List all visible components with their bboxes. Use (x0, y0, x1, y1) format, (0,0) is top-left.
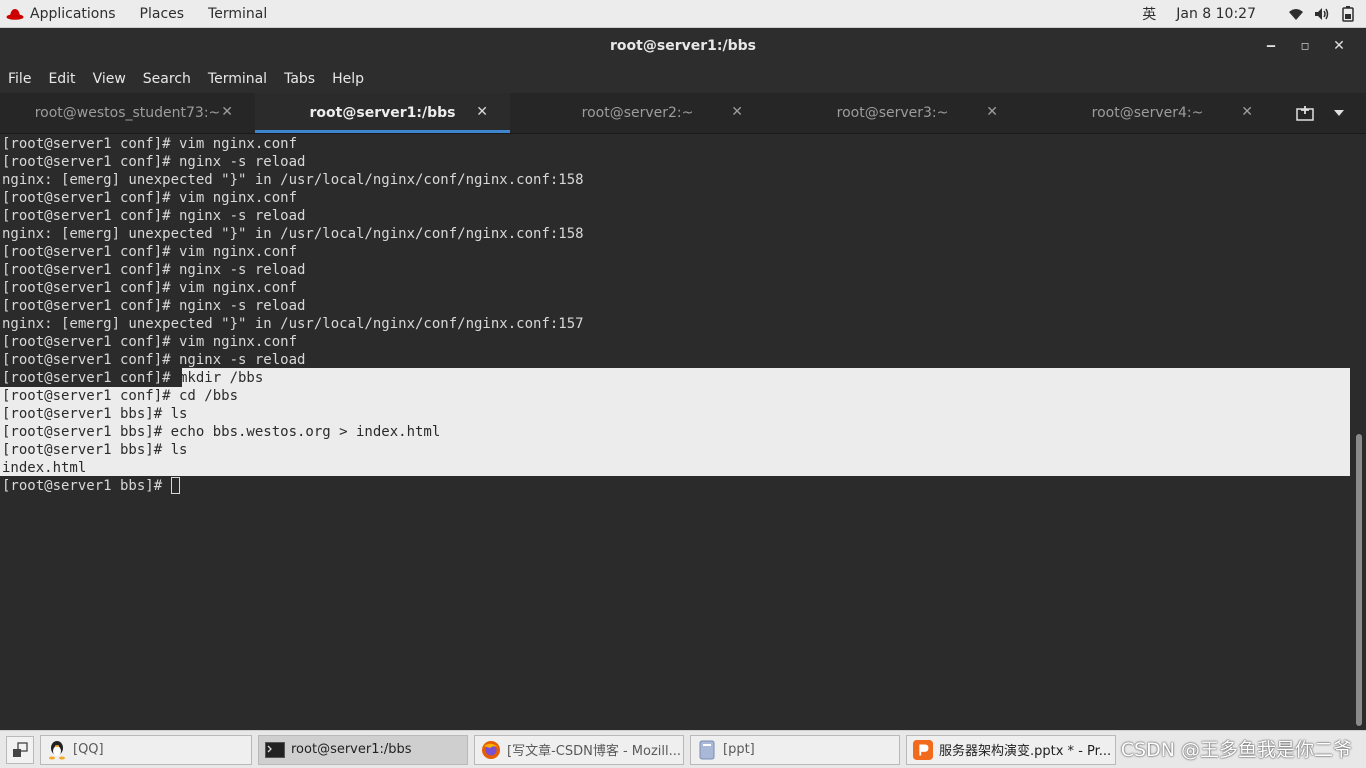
task-label: [QQ] (73, 742, 104, 757)
terminal-line: [root@server1 conf]# vim nginx.conf (2, 244, 298, 260)
text-cursor (170, 477, 180, 494)
terminal-line-selected: [root@server1 bbs]# ls (2, 442, 188, 458)
menu-file[interactable]: File (8, 71, 31, 87)
menu-view[interactable]: View (93, 71, 126, 87)
file-manager-icon (697, 740, 717, 760)
redhat-icon (6, 8, 24, 20)
show-desktop-icon[interactable] (6, 735, 34, 764)
terminal-scrollbar[interactable] (1352, 134, 1366, 730)
menu-edit[interactable]: Edit (48, 71, 75, 87)
terminal-line: [root@server1 conf]# vim nginx.conf (2, 334, 298, 350)
terminal-line: nginx: [emerg] unexpected "}" in /usr/lo… (2, 316, 584, 332)
taskbar-item-terminal[interactable]: root@server1:/bbs (258, 734, 468, 765)
terminal-line-selected: [root@server1 bbs]# echo bbs.westos.org … (2, 424, 441, 440)
task-label: root@server1:/bbs (291, 742, 412, 757)
tab-close-icon[interactable]: ✕ (221, 104, 233, 120)
window-title: root@server1:/bbs (610, 38, 756, 54)
volume-icon[interactable] (1314, 6, 1330, 22)
terminal-line: nginx: [emerg] unexpected "}" in /usr/lo… (2, 226, 584, 242)
menu-terminal[interactable]: Terminal (208, 71, 267, 87)
tab-server4[interactable]: root@server4:~ ✕ (1020, 93, 1275, 133)
tab-server3[interactable]: root@server3:~ ✕ (765, 93, 1020, 133)
terminal-line: [root@server1 conf]# vim nginx.conf (2, 280, 298, 296)
clock[interactable]: Jan 8 10:27 (1176, 6, 1256, 22)
menu-help[interactable]: Help (332, 71, 364, 87)
tab-label: root@server4:~ (1091, 105, 1204, 121)
prompt: [root@server1 bbs]# (2, 478, 171, 494)
top-panel: Applications Places Terminal 英 Jan 8 10:… (0, 0, 1366, 28)
terminal-line-selected: [root@server1 conf]# cd /bbs (2, 388, 239, 404)
tab-server2[interactable]: root@server2:~ ✕ (510, 93, 765, 133)
watermark: CSDN @王多鱼我是你二爷 (1120, 739, 1352, 761)
tab-westos-student73[interactable]: root@westos_student73:~ ✕ (0, 93, 255, 133)
firefox-icon (481, 740, 501, 760)
taskbar: [QQ] root@server1:/bbs [写文章-CSDN博客 - Moz… (0, 730, 1366, 768)
terminal-line: [root@server1 conf]# vim nginx.conf (2, 136, 298, 152)
tabs-menu-chevron-down-icon[interactable] (1322, 98, 1356, 128)
terminal-prompt-line[interactable]: [root@server1 bbs]# (0, 477, 1352, 495)
task-label: 服务器架构演变.pptx * - Pr... (939, 744, 1112, 759)
tab-close-icon[interactable]: ✕ (1241, 104, 1253, 120)
tab-close-icon[interactable]: ✕ (986, 104, 998, 120)
terminal-line-selected: [root@server1 bbs]# ls (2, 406, 188, 422)
maximize-button[interactable]: ◻ (1288, 34, 1322, 58)
presentation-app-icon (913, 739, 933, 760)
terminal-app-menu[interactable]: Terminal (208, 6, 267, 22)
terminal-line: [root@server1 conf]# nginx -s reload (2, 352, 306, 368)
tab-close-icon[interactable]: ✕ (476, 104, 488, 120)
menu-bar: File Edit View Search Terminal Tabs Help (0, 64, 1366, 93)
tab-bar: root@westos_student73:~ ✕ root@server1:/… (0, 93, 1366, 134)
scrollbar-thumb[interactable] (1356, 434, 1362, 726)
terminal-line: [root@server1 conf]# nginx -s reload (2, 262, 306, 278)
taskbar-item-qq[interactable]: [QQ] (40, 734, 252, 765)
selected-command-text: mkdir /bbs (170, 370, 264, 386)
applications-menu[interactable]: Applications (6, 6, 116, 22)
terminal-line: nginx: [emerg] unexpected "}" in /usr/lo… (2, 172, 584, 188)
terminal-line-selected: [root@server1 conf]# mkdir /bbs (0, 369, 1352, 387)
taskbar-item-presentation[interactable]: 服务器架构演变.pptx * - Pr... (906, 734, 1116, 765)
task-label: [ppt] (723, 742, 755, 757)
task-label: [写文章-CSDN博客 - Mozill... (507, 744, 682, 759)
tab-server1[interactable]: root@server1:/bbs ✕ (255, 93, 510, 133)
close-button[interactable]: ✕ (1322, 34, 1356, 58)
battery-icon[interactable] (1340, 5, 1356, 22)
new-tab-icon[interactable] (1288, 98, 1322, 128)
taskbar-item-firefox[interactable]: [写文章-CSDN博客 - Mozill... (474, 734, 684, 765)
input-method-indicator[interactable]: 英 (1142, 4, 1156, 24)
tab-label: root@westos_student73:~ (34, 105, 221, 121)
terminal-output[interactable]: [root@server1 conf]# vim nginx.conf [roo… (0, 134, 1352, 730)
taskbar-item-file-manager[interactable]: [ppt] (690, 734, 900, 765)
terminal-line: [root@server1 conf]# nginx -s reload (2, 208, 306, 224)
terminal-icon (265, 740, 285, 760)
places-menu[interactable]: Places (140, 6, 185, 22)
tab-close-icon[interactable]: ✕ (731, 104, 743, 120)
menu-tabs[interactable]: Tabs (284, 71, 315, 87)
tab-label: root@server3:~ (836, 105, 949, 121)
tab-label: root@server2:~ (581, 105, 694, 121)
applications-label: Applications (30, 5, 116, 22)
menu-search[interactable]: Search (143, 71, 191, 87)
window-titlebar[interactable]: root@server1:/bbs ‒ ◻ ✕ (0, 28, 1366, 64)
terminal-line: [root@server1 conf]# nginx -s reload (2, 298, 306, 314)
terminal-line: [root@server1 conf]# nginx -s reload (2, 154, 306, 170)
prompt-text: [root@server1 conf]# (2, 370, 171, 386)
minimize-button[interactable]: ‒ (1254, 34, 1288, 58)
terminal-line-selected: index.html (2, 460, 87, 476)
wifi-icon[interactable] (1288, 6, 1304, 22)
terminal-line: [root@server1 conf]# vim nginx.conf (2, 190, 298, 206)
tab-label: root@server1:/bbs (309, 105, 456, 121)
qq-penguin-icon (47, 740, 67, 760)
